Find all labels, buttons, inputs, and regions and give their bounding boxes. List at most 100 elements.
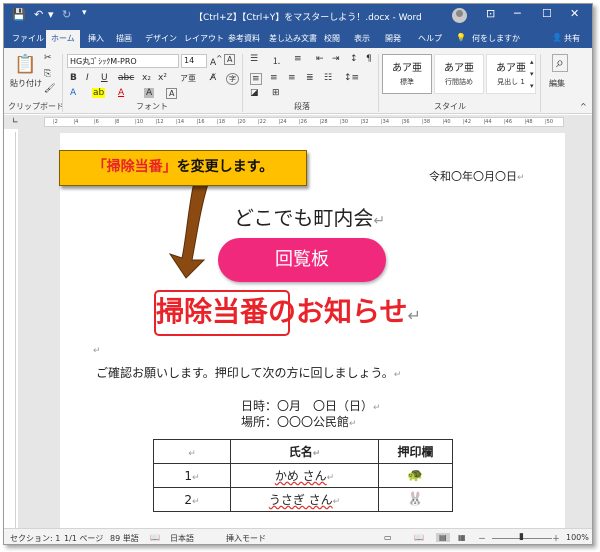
tab-insert[interactable]: 挿入 [88, 33, 104, 44]
table-cell[interactable]: 🐰 [378, 487, 453, 512]
clipboard-icon[interactable]: 📋 [14, 54, 36, 75]
format-painter-icon[interactable]: 🖌 [44, 84, 55, 94]
borders-icon[interactable]: ⊞ [272, 88, 280, 98]
status-language[interactable]: 日本語 [170, 533, 194, 544]
avatar[interactable] [452, 8, 467, 23]
tab-references[interactable]: 参考資料 [228, 33, 260, 44]
subscript-icon[interactable]: x₂ [142, 73, 151, 83]
numbering-icon[interactable]: ⒈ [272, 54, 281, 67]
share-button[interactable]: 共有 [564, 33, 580, 44]
table-cell[interactable]: うさぎ さん↵ [230, 487, 379, 512]
lightbulb-icon[interactable]: 💡 [456, 33, 466, 42]
tab-developer[interactable]: 開発 [385, 33, 401, 44]
editing-button[interactable]: 編集 [549, 78, 565, 89]
tab-selector-icon[interactable]: ∟ [12, 116, 19, 125]
tab-review[interactable]: 校閲 [324, 33, 340, 44]
tab-view[interactable]: 表示 [354, 33, 370, 44]
table-cell[interactable]: 🐢 [378, 463, 453, 488]
superscript-icon[interactable]: x² [158, 73, 167, 83]
tab-draw[interactable]: 描画 [116, 33, 132, 44]
clear-format-icon[interactable]: A̸ [210, 73, 216, 83]
underline-icon[interactable]: U [101, 73, 108, 83]
table-header-cell[interactable]: ↵ [153, 439, 231, 464]
bullets-icon[interactable]: ☰ [250, 54, 258, 64]
zoom-in-icon[interactable]: ＋ [552, 533, 560, 544]
line-spacing-icon[interactable]: ↕≡ [344, 73, 359, 83]
align-left-icon[interactable]: ≡ [250, 73, 262, 85]
font-color-icon[interactable]: A [118, 88, 124, 98]
proofing-icon[interactable]: 📖 [150, 533, 160, 542]
undo-icon[interactable]: ↶ [34, 8, 43, 21]
status-zoom[interactable]: 100% [566, 533, 589, 542]
strikethrough-icon[interactable]: abc [118, 73, 134, 83]
styles-scroll-icon[interactable]: ▴ ▾ ▾ [530, 56, 534, 92]
tab-layout[interactable]: レイアウト [184, 33, 224, 44]
table-header-cell[interactable]: 氏名↵ [230, 439, 379, 464]
zoom-out-icon[interactable]: － [478, 533, 486, 544]
tell-me-box[interactable]: 何をしますか [472, 33, 520, 44]
search-icon[interactable]: ⌕ [552, 54, 568, 72]
save-icon[interactable]: 💾 [12, 8, 26, 21]
print-layout-icon[interactable]: ▤ [436, 533, 450, 542]
char-scale-icon[interactable]: A [166, 88, 178, 99]
vertical-ruler[interactable] [8, 132, 16, 528]
tab-file[interactable]: ファイル [12, 33, 44, 44]
status-page[interactable]: 1/1 ページ [64, 533, 103, 544]
ruler-tick: |28 [319, 119, 328, 125]
close-button[interactable]: ✕ [570, 7, 579, 20]
zoom-slider-thumb[interactable]: ▮ [519, 532, 524, 542]
decrease-indent-icon[interactable]: ⇤ [316, 54, 324, 64]
status-words[interactable]: 89 単語 [110, 533, 139, 544]
style-heading-1[interactable]: あア亜 見出し 1 [486, 54, 536, 94]
ribbon-display-icon[interactable]: ⊡ [486, 7, 495, 20]
char-shading-icon[interactable]: A [144, 88, 155, 98]
paste-button[interactable]: 貼り付け [10, 78, 42, 89]
table-cell[interactable]: 1↵ [153, 463, 231, 488]
ruler-tick: |26 [299, 119, 308, 125]
justify-icon[interactable]: ≣ [306, 73, 314, 83]
distribute-icon[interactable]: ☷ [324, 73, 332, 83]
person-icon[interactable]: 👤 [552, 33, 562, 42]
sort-icon[interactable]: ↕ [350, 54, 358, 64]
multilevel-list-icon[interactable]: ≡ [294, 54, 302, 64]
font-size-dropdown[interactable]: 14 [181, 54, 207, 68]
tab-mailings[interactable]: 差し込み文書 [269, 33, 317, 44]
style-no-spacing[interactable]: あア亜 行間詰め [434, 54, 484, 94]
table-header-cell[interactable]: 押印欄 [378, 439, 453, 464]
pilcrow-icon[interactable]: ¶ [366, 54, 372, 64]
char-border-icon[interactable]: A [224, 54, 236, 65]
ruby-icon[interactable]: ア亜 [180, 73, 196, 84]
customize-toolbar-icon[interactable]: ▾ [82, 8, 87, 18]
minimize-button[interactable]: ─ [514, 7, 521, 20]
font-name-dropdown[interactable]: HG丸ｺﾞｼｯｸM-PRO [67, 54, 179, 68]
increase-indent-icon[interactable]: ⇥ [332, 54, 340, 64]
cut-icon[interactable]: ✂ [44, 53, 52, 63]
focus-mode-icon[interactable]: ▭ [384, 533, 392, 542]
chevron-down-icon[interactable]: ▾ [48, 8, 54, 21]
maximize-button[interactable]: ☐ [542, 7, 552, 20]
rabbit-icon: 🐰 [407, 492, 424, 507]
tab-design[interactable]: デザイン [145, 33, 177, 44]
read-mode-icon[interactable]: 📖 [414, 533, 424, 542]
table-cell[interactable]: 2↵ [153, 487, 231, 512]
web-layout-icon[interactable]: ▦ [458, 533, 466, 542]
text-effects-icon[interactable]: A [70, 88, 76, 98]
table-cell[interactable]: かめ さん↵ [230, 463, 379, 488]
grow-font-icon[interactable]: A^ [210, 54, 222, 68]
horizontal-ruler[interactable]: |2 |4 |6 |8 |10 |12 |14 |16 |18 |20 |22 |24 |26 |28 |3… [44, 117, 564, 127]
redo-icon[interactable]: ↻ [62, 8, 71, 21]
style-normal[interactable]: あア亜 標準 [382, 54, 432, 94]
align-center-icon[interactable]: ≡ [270, 73, 278, 83]
status-mode[interactable]: 挿入モード [226, 533, 266, 544]
enclose-char-icon[interactable]: 字 [226, 73, 239, 85]
bold-icon[interactable]: B [70, 73, 77, 83]
tab-help[interactable]: ヘルプ [418, 33, 442, 44]
highlight-icon[interactable]: ab [92, 88, 106, 98]
align-right-icon[interactable]: ≡ [288, 73, 296, 83]
italic-icon[interactable]: I [86, 73, 89, 83]
shading-icon[interactable]: ◪ [250, 88, 259, 98]
collapse-ribbon-icon[interactable]: ^ [580, 102, 587, 111]
status-section[interactable]: セクション: 1 [10, 533, 60, 544]
copy-icon[interactable]: ⎘ [44, 69, 51, 79]
tab-home[interactable]: ホーム [46, 30, 80, 48]
